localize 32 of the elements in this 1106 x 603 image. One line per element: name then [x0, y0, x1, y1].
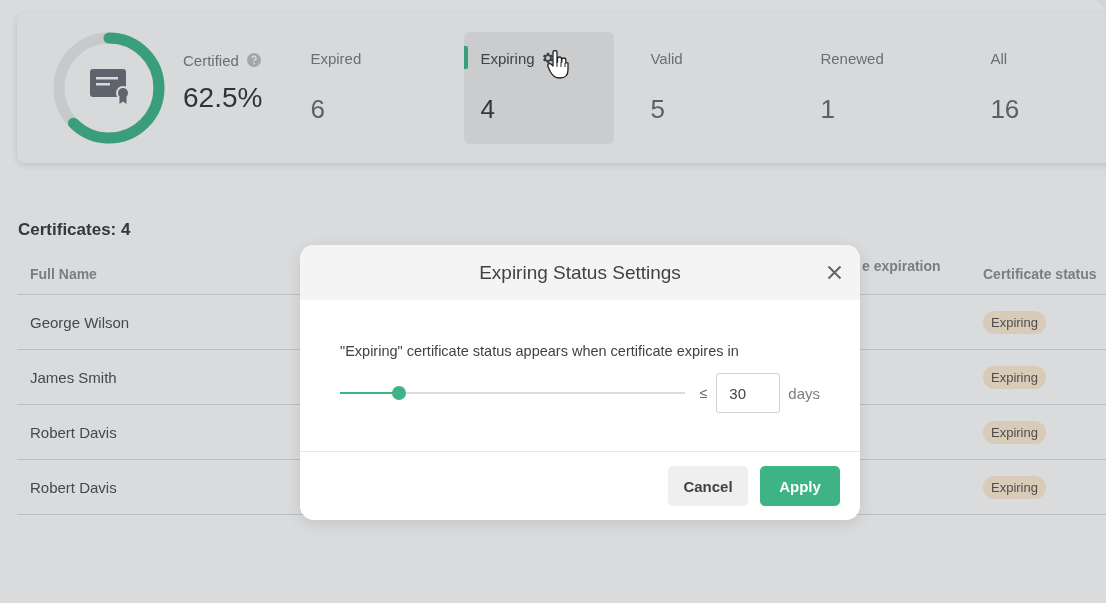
- column-header: e expiration: [862, 257, 941, 274]
- certificate-icon: [90, 69, 130, 105]
- help-icon[interactable]: [246, 53, 261, 67]
- settings-icon[interactable]: [540, 51, 555, 65]
- dialog-title: Expiring Status Settings: [479, 261, 681, 284]
- description-text: "Expiring" certificate status appears when certificate expires in: [340, 342, 740, 360]
- name-cell: George Wilson: [30, 313, 130, 331]
- hand-cursor-icon: [547, 50, 570, 80]
- certified-percentage: 62.5%: [183, 82, 263, 114]
- status-badge: Expiring: [983, 475, 1046, 499]
- unit-label: days: [788, 384, 820, 402]
- status-tab[interactable]: Expiring 4: [464, 32, 615, 144]
- slider-thumb[interactable]: [391, 386, 406, 400]
- column-header: Full Name: [30, 265, 97, 282]
- status-badge: Expiring: [983, 420, 1046, 444]
- column-header: Certificate status: [983, 265, 1097, 282]
- status-tab[interactable]: Expired 6: [294, 32, 445, 144]
- status-badge: Expiring: [983, 310, 1046, 334]
- name-cell: James Smith: [30, 368, 117, 386]
- status-tab[interactable]: Valid 5: [634, 32, 785, 144]
- apply-button[interactable]: Apply: [760, 466, 840, 506]
- name-cell: Robert Davis: [30, 478, 117, 496]
- name-cell: Robert Davis: [30, 423, 117, 441]
- status-tab[interactable]: All 16: [974, 32, 1106, 144]
- certified-label: Certified: [183, 51, 239, 69]
- status-badge: Expiring: [983, 365, 1046, 389]
- days-input[interactable]: 30: [716, 373, 781, 413]
- close-button[interactable]: [827, 265, 842, 280]
- comparator-sign: ≤: [699, 385, 708, 401]
- certificates-count-heading: Certificates: 4: [18, 219, 132, 241]
- cancel-button[interactable]: Cancel: [668, 466, 748, 506]
- status-tab[interactable]: Renewed 1: [804, 32, 955, 144]
